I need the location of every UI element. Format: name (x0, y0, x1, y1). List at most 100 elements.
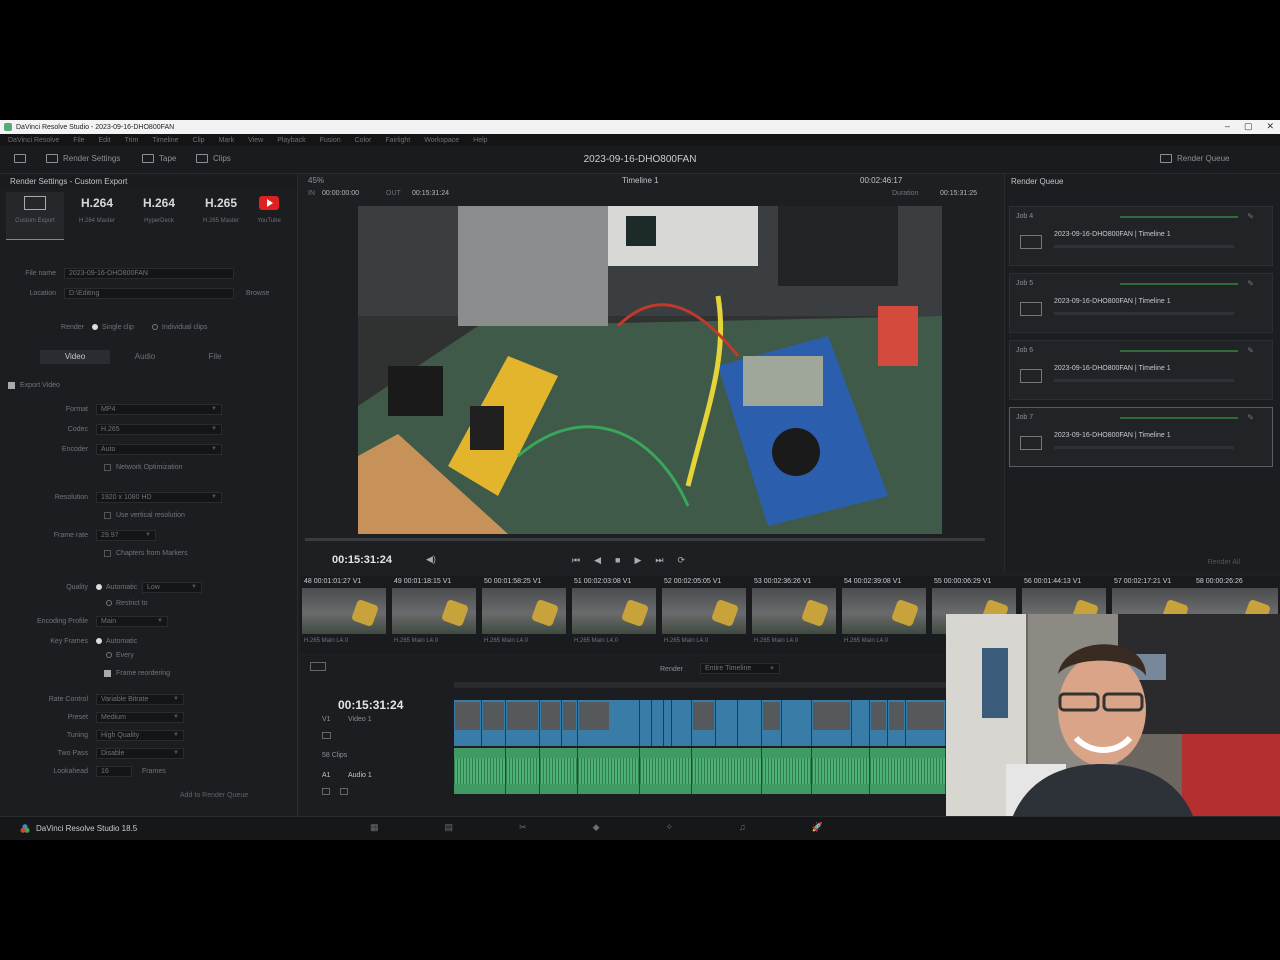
preset-select[interactable]: Medium ▼ (96, 711, 184, 723)
mute-icon[interactable] (322, 788, 330, 795)
edit-page-icon[interactable]: ✂ (519, 822, 527, 833)
menu-playback[interactable]: Playback (277, 137, 305, 144)
resolution-select[interactable]: 1920 x 1080 HD ▼ (96, 491, 222, 503)
keyframes-every-radio[interactable] (106, 652, 112, 658)
preset-h264-master[interactable]: H.264 H.264 Master (68, 192, 126, 240)
list-item[interactable]: 50 00:01:58:25 V1 H.265 Main L4.0 (480, 576, 568, 654)
preset-youtube[interactable]: YouTube (254, 192, 284, 240)
list-item[interactable]: 51 00:02:03:08 V1 H.265 Main L4.0 (570, 576, 658, 654)
single-clip-radio[interactable] (92, 324, 98, 330)
timeline-view-icon[interactable] (310, 662, 326, 671)
render-settings-button[interactable]: Render Settings (46, 154, 120, 163)
encoder-select[interactable]: Auto ▼ (96, 443, 222, 455)
fairlight-page-icon[interactable]: ♫ (739, 822, 746, 833)
pencil-icon[interactable]: ✎ (1247, 346, 1254, 355)
preset-hyperdeck[interactable]: H.264 HyperDeck (130, 192, 188, 240)
list-item[interactable]: 52 00:02:05:05 V1 H.265 Main L4.0 (660, 576, 748, 654)
vertical-resolution-checkbox[interactable] (104, 511, 111, 519)
menu-trim[interactable]: Trim (125, 137, 139, 144)
video-track-1[interactable] (454, 700, 946, 746)
go-to-start-button[interactable]: ⏮ (572, 555, 580, 566)
list-item[interactable]: 49 00:01:18:15 V1 H.265 Main L4.0 (390, 576, 478, 654)
pencil-icon[interactable]: ✎ (1247, 212, 1254, 221)
preset-h265-master[interactable]: H.265 H.265 Master (192, 192, 250, 240)
loop-button[interactable]: ⟳ (678, 555, 686, 566)
menu-davinci[interactable]: DaVinci Resolve (8, 137, 59, 144)
menu-file[interactable]: File (73, 137, 84, 144)
menu-fusion[interactable]: Fusion (320, 137, 341, 144)
add-to-render-queue-button[interactable]: Add to Render Queue (180, 792, 248, 799)
list-item[interactable]: 54 00:02:39:08 V1 H.265 Main L4.0 (840, 576, 928, 654)
framerate-select[interactable]: 29.97 ▼ (96, 529, 156, 541)
menu-timeline[interactable]: Timeline (152, 137, 178, 144)
tab-audio[interactable]: Audio (110, 350, 180, 364)
lock-icon[interactable] (322, 732, 331, 739)
frame-reordering-checkbox[interactable] (104, 669, 111, 677)
menu-view[interactable]: View (248, 137, 263, 144)
quality-select[interactable]: Low ▼ (142, 581, 202, 593)
format-select[interactable]: MP4 ▼ (96, 403, 222, 415)
codec-select[interactable]: H.265 ▼ (96, 423, 222, 435)
tab-file[interactable]: File (180, 350, 250, 364)
menu-workspace[interactable]: Workspace (424, 137, 459, 144)
tuning-select[interactable]: High Quality ▼ (96, 729, 184, 741)
menu-help[interactable]: Help (473, 137, 487, 144)
audio-track-1[interactable] (454, 748, 946, 794)
tape-button[interactable]: Tape (142, 154, 176, 163)
clips-button[interactable]: Clips (196, 154, 231, 163)
timeline-name[interactable]: Timeline 1 (622, 176, 659, 185)
timeline-ruler[interactable] (454, 682, 946, 688)
render-job[interactable]: Job 6 ✎ 2023-09-16-DHO800FAN | Timeline … (1009, 340, 1273, 400)
minimize-button[interactable]: – (1225, 121, 1230, 132)
play-button[interactable]: ▶ (634, 555, 641, 566)
filename-input[interactable]: 2023-09-16-DHO800FAN (64, 267, 234, 279)
encoder-row: Encoder Auto ▼ (0, 442, 222, 456)
encoding-profile-select[interactable]: Main ▼ (96, 615, 168, 627)
color-page-icon[interactable]: ✧ (666, 822, 674, 833)
preset-custom-export[interactable]: Custom Export (6, 192, 64, 240)
menu-color[interactable]: Color (355, 137, 372, 144)
render-job[interactable]: Job 4 ✎ 2023-09-16-DHO800FAN | Timeline … (1009, 206, 1273, 266)
keyframes-auto-radio[interactable] (96, 638, 102, 644)
render-range-select[interactable]: Entire Timeline ▼ (700, 663, 780, 674)
render-queue-button[interactable]: Render Queue (1160, 154, 1229, 163)
fusion-page-icon[interactable]: ◆ (593, 822, 600, 833)
lookahead-input[interactable]: 16 (96, 765, 132, 777)
browse-button[interactable]: Browse (246, 290, 269, 297)
stop-button[interactable]: ■ (615, 555, 620, 566)
viewer-scrubber[interactable] (305, 538, 985, 541)
menu-fairlight[interactable]: Fairlight (385, 137, 410, 144)
cut-page-icon[interactable]: ▤ (445, 822, 454, 833)
close-button[interactable]: ✕ (1266, 121, 1274, 132)
menu-edit[interactable]: Edit (99, 137, 111, 144)
speaker-icon[interactable]: ◀) (426, 554, 436, 565)
media-page-icon[interactable]: ▦ (370, 822, 379, 833)
menu-clip[interactable]: Clip (193, 137, 205, 144)
location-input[interactable]: D:\Editing (64, 287, 234, 299)
render-job[interactable]: Job 7 ✎ 2023-09-16-DHO800FAN | Timeline … (1009, 407, 1273, 467)
solo-icon[interactable] (340, 788, 348, 795)
deliver-page-icon[interactable]: 🚀 (812, 822, 823, 833)
quality-auto-radio[interactable] (96, 584, 102, 590)
render-all-button[interactable]: Render All (1208, 559, 1240, 566)
network-optimization-checkbox[interactable] (104, 463, 111, 471)
zoom-select[interactable]: 45% (308, 176, 324, 185)
render-job[interactable]: Job 5 ✎ 2023-09-16-DHO800FAN | Timeline … (1009, 273, 1273, 333)
maximize-button[interactable]: ▢ (1244, 121, 1253, 132)
export-video-checkbox[interactable] (8, 381, 15, 389)
individual-clips-radio[interactable] (151, 324, 158, 330)
list-item[interactable]: 48 00:01:01:27 V1 H.265 Main L4.0 (300, 576, 388, 654)
rate-control-select[interactable]: Variable Bitrate ▼ (96, 693, 184, 705)
layout-icon[interactable] (14, 154, 26, 163)
restrict-radio[interactable] (106, 600, 112, 606)
two-pass-select[interactable]: Disable ▼ (96, 747, 184, 759)
chapters-checkbox[interactable] (104, 549, 111, 557)
play-reverse-button[interactable]: ◀ (594, 555, 601, 566)
menu-mark[interactable]: Mark (219, 137, 235, 144)
video-viewer[interactable] (358, 206, 942, 534)
list-item[interactable]: 53 00:02:36:26 V1 H.265 Main L4.0 (750, 576, 838, 654)
tab-video[interactable]: Video (40, 350, 110, 364)
pencil-icon[interactable]: ✎ (1247, 279, 1254, 288)
go-to-end-button[interactable]: ⏭ (655, 555, 663, 566)
pencil-icon[interactable]: ✎ (1247, 413, 1254, 422)
